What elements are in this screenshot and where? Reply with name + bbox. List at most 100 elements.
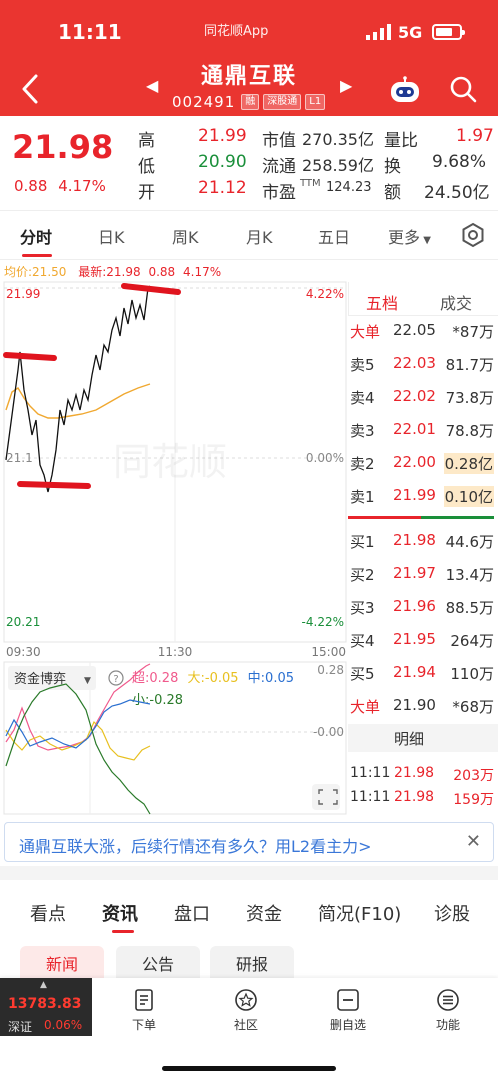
bottom-toolbar: ▲ 13783.83 深证 0.06% 下单 社区 删自选 功能 xyxy=(0,978,498,1080)
settings-icon[interactable] xyxy=(460,222,486,248)
sell-label: 卖3 xyxy=(350,422,375,440)
pe-label: 市盈 xyxy=(262,183,296,203)
float-label: 流通 xyxy=(262,157,296,177)
tab-market-depth[interactable]: 盘口 xyxy=(174,900,210,926)
amount-value: 24.50亿 xyxy=(424,183,490,203)
tab-intraday[interactable]: 分时 xyxy=(20,224,52,248)
close-icon[interactable]: ✕ xyxy=(466,831,481,852)
pct-label-bottom: -4.22% xyxy=(302,615,344,629)
pe-value: 124.23 xyxy=(326,180,372,195)
info-tab-active-indicator xyxy=(112,930,134,933)
annotation-mark-left-high xyxy=(3,352,57,361)
tab-information[interactable]: 资讯 xyxy=(102,900,138,926)
stock-header: 11:11 同花顺App 5G 通鼎互联 ◀ ▶ 002491 融 深股通 L1 xyxy=(0,0,498,116)
big-sell-price: 22.05 xyxy=(393,321,436,339)
signal-icon xyxy=(366,24,391,40)
pct-label-mid: 0.00% xyxy=(306,451,344,465)
tab-five-day[interactable]: 五日 xyxy=(318,224,350,248)
order-icon xyxy=(135,989,153,1011)
stock-name: 通鼎互联 xyxy=(200,64,297,89)
detail-header[interactable]: 明细 xyxy=(348,724,498,752)
fund-small-value: -0.28 xyxy=(149,693,183,708)
pe-ttm-tag: TTM xyxy=(300,178,321,189)
tab-trades[interactable]: 成交 xyxy=(440,290,472,314)
nav-functions[interactable]: 功能 xyxy=(418,988,478,1033)
nav-remove-watchlist-label: 删自选 xyxy=(329,1018,366,1032)
buy-price: 21.95 xyxy=(393,630,436,648)
tag-connect: 深股通 xyxy=(263,94,302,110)
fund-selector: 资金博弈 xyxy=(14,671,66,687)
tab-highlights[interactable]: 看点 xyxy=(30,900,66,926)
sell-label: 卖5 xyxy=(350,356,375,374)
buy-label: 买5 xyxy=(350,665,375,683)
big-buy-price: 21.90 xyxy=(393,696,436,714)
nav-functions-label: 功能 xyxy=(435,1018,460,1032)
watermark: 同花顺 xyxy=(113,440,227,484)
help-icon-glyph: ? xyxy=(113,674,118,685)
big-sell-label: 大单 xyxy=(350,323,381,341)
change-percent: 4.17% xyxy=(58,177,106,195)
stock-code: 002491 xyxy=(172,93,236,111)
annotation-mark-low xyxy=(17,481,91,489)
tab-more-label: 更多 xyxy=(388,228,421,247)
fund-selector-dropdown-icon: ▼ xyxy=(84,676,91,686)
status-time: 11:11 xyxy=(58,20,122,44)
current-price: 21.98 xyxy=(12,128,114,166)
annotation-mark-top-high xyxy=(121,283,181,295)
promo-banner[interactable]: 通鼎互联大涨，后续行情还有多久？用L2看主力> ✕ xyxy=(4,822,494,862)
fund-big-value: -0.05 xyxy=(205,671,239,686)
tab-daily-k[interactable]: 日K xyxy=(98,224,125,248)
fund-super-value: 0.28 xyxy=(149,671,178,686)
sell-volume: 78.8万 xyxy=(445,422,494,440)
tab-more[interactable]: 更多 ▼ xyxy=(388,224,431,248)
high-value: 21.99 xyxy=(198,126,247,146)
sell-price: 22.03 xyxy=(393,354,436,372)
tab-monthly-k[interactable]: 月K xyxy=(246,224,273,248)
open-value: 21.12 xyxy=(198,178,247,198)
stock-code-row: 002491 融 深股通 L1 xyxy=(172,92,326,112)
index-percent: 0.06% xyxy=(44,1018,83,1032)
nav-order[interactable]: 下单 xyxy=(114,988,174,1033)
pct-label-top: 4.22% xyxy=(306,287,344,301)
tag-margin: 融 xyxy=(241,94,260,110)
tab-profile-f10[interactable]: 简况(F10) xyxy=(318,900,401,926)
sell-row-2: 卖2 22.00 0.28亿 xyxy=(348,448,498,478)
sell-volume: 0.28亿 xyxy=(443,453,494,474)
index-ticker[interactable]: ▲ 13783.83 深证 0.06% xyxy=(0,978,92,1036)
sell-row-3: 卖3 22.01 78.8万 xyxy=(348,415,498,445)
sell-price: 22.01 xyxy=(393,420,436,438)
bid-ask-divider xyxy=(348,516,494,519)
sell-row-4: 卖4 22.02 73.8万 xyxy=(348,382,498,412)
x-label-midday: 11:30 xyxy=(158,645,193,659)
low-label: 低 xyxy=(138,157,155,177)
search-icon[interactable] xyxy=(448,74,478,104)
buy-price: 21.96 xyxy=(393,597,436,615)
fund-mid-label: 中: xyxy=(248,671,265,686)
x-label-start: 09:30 xyxy=(6,645,41,659)
open-label: 开 xyxy=(138,183,155,203)
tab-diagnosis[interactable]: 诊股 xyxy=(434,900,470,926)
low-value: 20.90 xyxy=(198,152,247,172)
tab-funds[interactable]: 资金 xyxy=(246,900,282,926)
menu-icon xyxy=(437,989,459,1011)
buy-price: 21.98 xyxy=(393,531,436,549)
tab-weekly-k[interactable]: 周K xyxy=(172,224,199,248)
buy-label: 买3 xyxy=(350,599,375,617)
y-label-bottom: 20.21 xyxy=(6,615,40,629)
index-value: 13783.83 xyxy=(8,996,82,1012)
tab-five-levels[interactable]: 五档 xyxy=(366,290,398,314)
mktcap-value: 270.35亿 xyxy=(302,130,374,149)
sell-row-1: 卖1 21.99 0.10亿 xyxy=(348,481,498,511)
sell-label: 卖4 xyxy=(350,389,375,407)
buy-row-5: 买5 21.94 110万 xyxy=(348,658,498,688)
intraday-chart[interactable]: 同花顺 21.99 21.1 20.21 4.22% 0.00% -4.22% … xyxy=(0,260,348,820)
nav-community[interactable]: 社区 xyxy=(216,988,276,1033)
y-label-mid: 21.1 xyxy=(6,451,33,465)
robot-assistant-icon[interactable] xyxy=(388,76,422,104)
prev-stock-arrow-icon[interactable]: ◀ xyxy=(146,76,158,95)
nav-remove-watchlist[interactable]: 删自选 xyxy=(318,988,378,1033)
next-stock-arrow-icon[interactable]: ▶ xyxy=(340,76,352,95)
volratio-label: 量比 xyxy=(384,131,418,151)
trade-time: 11:11 xyxy=(350,765,391,781)
expand-icon xyxy=(312,784,340,810)
